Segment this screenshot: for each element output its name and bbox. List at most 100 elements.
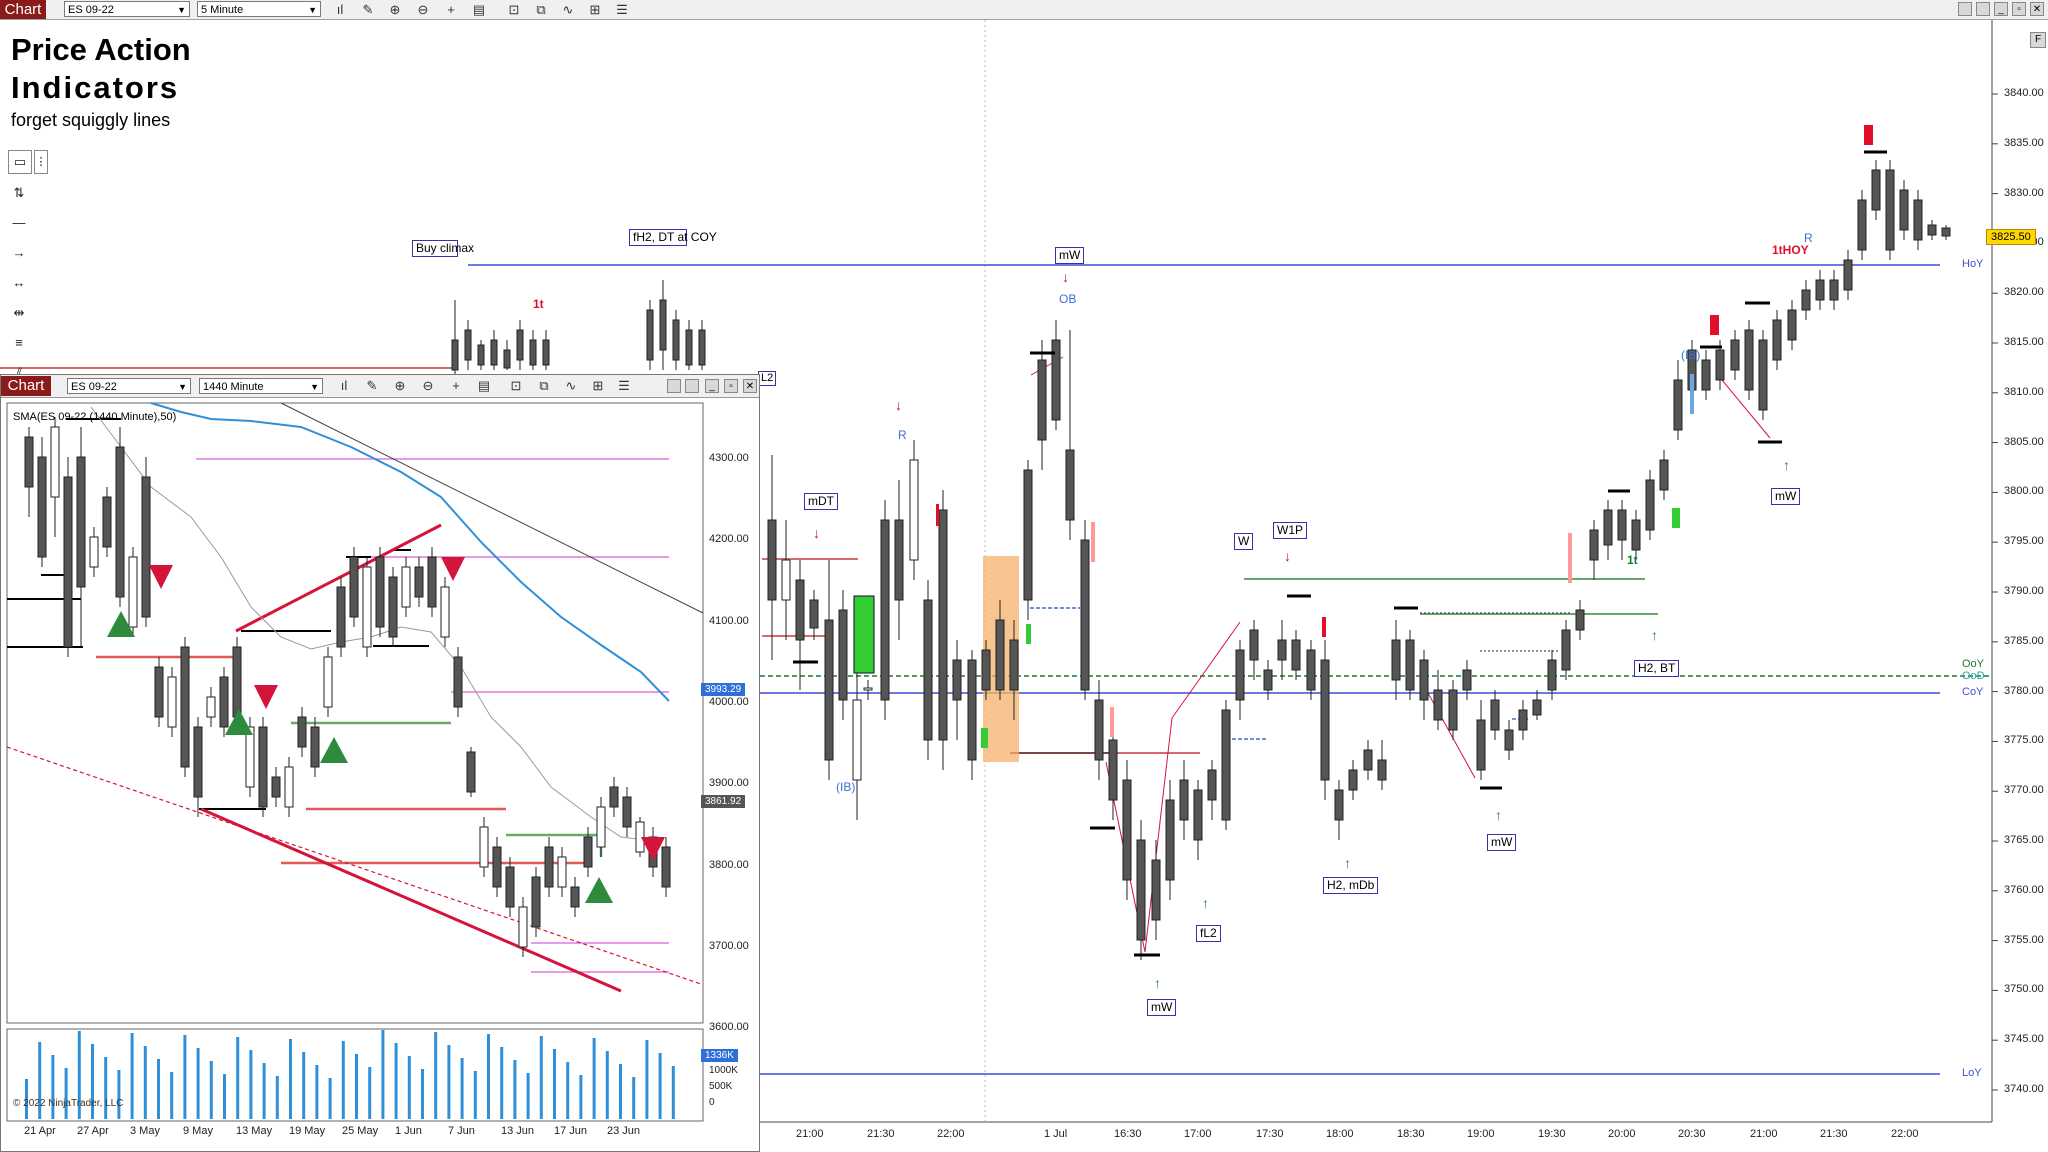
bars-icon[interactable]: ıl [335, 377, 353, 394]
candle-body [544, 846, 554, 888]
candle-body [1419, 659, 1429, 701]
candle-body [1927, 224, 1937, 236]
maximize-icon[interactable]: ▫ [724, 379, 738, 393]
strategies-icon[interactable]: ⧉ [535, 377, 553, 394]
daily-chart[interactable] [1, 397, 759, 1151]
candle-body [141, 476, 151, 618]
candle-body [685, 329, 693, 366]
annotation-buy-climax: Buy climax [412, 240, 474, 257]
candle-body [1744, 329, 1754, 391]
svg-text:↑: ↑ [1651, 627, 1658, 643]
inset-date-axis[interactable]: 21 Apr 27 Apr 3 May 9 May 13 May 19 May 25 May… [7, 1123, 707, 1143]
draw-icon[interactable]: ∿ [562, 377, 580, 394]
price-label: 3745.00 [2004, 1033, 2044, 1046]
time-label: 17:30 [1256, 1128, 1284, 1140]
more-tools-icon[interactable]: ⋮ [34, 150, 48, 174]
crosshair-icon[interactable]: + [447, 377, 465, 394]
list-icon[interactable]: ☰ [615, 377, 633, 394]
annotation-mw-right: mW [1771, 488, 1801, 505]
candle-body [923, 599, 933, 741]
candle-body [1631, 519, 1641, 551]
svg-text:↓: ↓ [1284, 548, 1291, 564]
volume-bar [619, 1064, 622, 1119]
volume-bar [262, 1063, 266, 1119]
inset-date-label: 3 May [130, 1125, 160, 1137]
ruler-icon[interactable]: ▭ [8, 150, 32, 174]
volume-bar [487, 1034, 490, 1119]
arrows-icon[interactable]: ⇅ [8, 182, 30, 204]
candle-body [863, 687, 873, 691]
annotation-w1p: W1P [1273, 522, 1308, 539]
data-box-icon[interactable]: ⊡ [507, 377, 525, 394]
scale-toggle-button[interactable]: F [2030, 32, 2046, 48]
candle-body [1801, 289, 1811, 311]
inset-price-label: 4000.00 [709, 695, 749, 708]
candle-body [336, 586, 346, 648]
candle-body [1617, 509, 1627, 541]
pencil-icon[interactable]: ✎ [363, 377, 381, 394]
candle-body [258, 726, 268, 808]
properties-icon[interactable]: ▤ [475, 377, 493, 394]
volume-bar [51, 1055, 55, 1119]
daily-chart-window: Chart ES 09-22 ▼ 1440 Minute ▼ ıl ✎ ⊕ ⊖ … [0, 374, 760, 1152]
candle-body [492, 846, 502, 888]
price-axis[interactable]: 3840.003835.003830.003825.003820.003815.… [1994, 0, 2048, 1122]
volume-bar [394, 1043, 398, 1119]
zoom-in-icon[interactable]: ⊕ [391, 377, 409, 394]
candle-body [297, 716, 307, 748]
inset-interval-select[interactable]: 1440 Minute ▼ [199, 378, 323, 394]
volume-label-1000k: 1000K [709, 1065, 738, 1076]
annotation-l2-fragment: L2 [758, 371, 777, 386]
fib-icon[interactable]: ≡ [8, 332, 30, 354]
volume-bar [275, 1076, 279, 1119]
inset-sma-price-tag: 3993.29 [701, 683, 746, 696]
line-icon[interactable]: — [8, 212, 30, 234]
price-label: 3795.00 [2004, 535, 2044, 548]
candle-body [37, 456, 47, 558]
candle-body [1603, 509, 1613, 546]
annotation-1t-green: 1t [1627, 553, 1638, 567]
volume-bar [157, 1059, 160, 1119]
price-label: 3790.00 [2004, 585, 2044, 597]
inset-price-axis[interactable]: 4300.00 4200.00 4100.00 4000.00 3900.00 3800.… [705, 397, 759, 1033]
zoom-out-icon[interactable]: ⊖ [419, 377, 437, 394]
volume-bar [117, 1070, 121, 1119]
candle-body [781, 559, 791, 601]
candle-body [1433, 689, 1443, 721]
horizontal-line-icon[interactable]: ⇹ [8, 302, 30, 324]
time-label: 19:00 [1467, 1128, 1495, 1140]
annotation-mw-bottom: mW [1147, 999, 1177, 1016]
time-label: 20:00 [1608, 1128, 1636, 1140]
loy-label: LoY [1962, 1067, 1982, 1079]
price-label: 3805.00 [2004, 435, 2044, 448]
tile-icon[interactable] [685, 379, 699, 393]
price-label: 3750.00 [2004, 983, 2044, 996]
templates-icon[interactable]: ⊞ [589, 377, 607, 394]
volume-bar [130, 1033, 134, 1119]
candle-body [1377, 759, 1387, 781]
time-label: 18:00 [1326, 1128, 1354, 1140]
price-label: 3800.00 [2004, 485, 2044, 498]
current-price-tag: 3825.50 [1986, 229, 2036, 245]
inset-interval-value: 1440 Minute [203, 381, 264, 393]
restore-icon[interactable] [667, 379, 681, 393]
minimize-icon[interactable]: _ [705, 379, 719, 393]
candle-body [1561, 629, 1571, 671]
inset-instrument-select[interactable]: ES 09-22 ▼ [67, 378, 191, 394]
copyright: © 2022 NinjaTrader, LLC [13, 1098, 124, 1109]
inset-chart-tab[interactable]: Chart [1, 376, 51, 396]
time-label: 16:30 [1114, 1128, 1142, 1140]
sell-signal-triangle [254, 685, 278, 709]
annotation-h2-bt: H2, BT [1634, 660, 1680, 677]
extended-line-icon[interactable]: ↔ [8, 272, 30, 294]
candle-body [1080, 539, 1090, 691]
close-icon[interactable]: ✕ [743, 379, 757, 393]
inset-price-label: 3900.00 [709, 777, 749, 790]
price-label: 3740.00 [2004, 1083, 2044, 1095]
inset-date-label: 1 Jun [395, 1125, 422, 1137]
time-axis[interactable]: 21:00 21:30 22:00 1 Jul 16:30 17:00 17:30 18:00… [760, 1124, 1992, 1150]
annotation-fh2: fH2, DT at COY [629, 229, 717, 246]
inset-date-label: 7 Jun [448, 1125, 475, 1137]
ray-icon[interactable]: → [8, 242, 30, 264]
candle-body [76, 456, 86, 588]
